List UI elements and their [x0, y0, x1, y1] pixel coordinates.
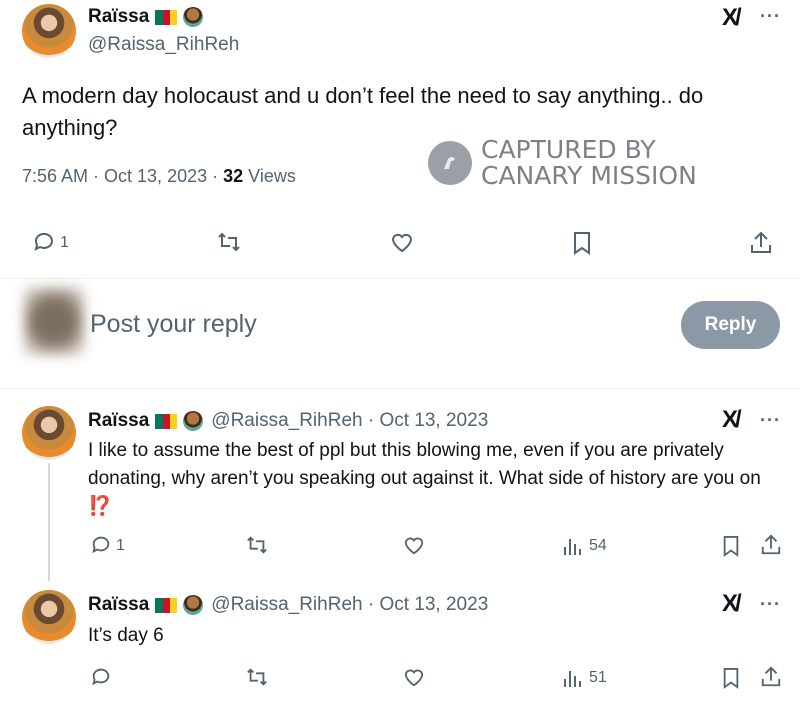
share-icon[interactable] [749, 230, 773, 256]
like-icon[interactable] [402, 666, 426, 688]
person-emoji-icon [183, 595, 204, 615]
reply2-text: It’s day 6 [88, 625, 164, 646]
share-icon[interactable] [760, 533, 782, 557]
retweet-icon[interactable] [245, 666, 269, 688]
reply-box-avatar [24, 287, 84, 355]
thread-line [48, 463, 50, 581]
reply1-views: 54 [589, 537, 607, 554]
reply2-handle-date[interactable]: @Raissa_RihReh · Oct 13, 2023 [211, 594, 488, 616]
reply1-handle-date[interactable]: @Raissa_RihReh · Oct 13, 2023 [211, 410, 488, 432]
reply-input[interactable]: Post your reply [90, 310, 257, 339]
person-emoji-icon [183, 7, 204, 27]
flag-icon [155, 413, 178, 429]
reply-button[interactable]: Reply [681, 301, 780, 349]
main-tweet-text: A modern day holocaust and u don’t feel … [22, 83, 704, 140]
reply-count: 1 [60, 234, 69, 251]
reply2-views: 51 [589, 669, 607, 686]
reply1-avatar[interactable] [22, 406, 76, 460]
canary-icon [428, 141, 472, 185]
views-icon[interactable] [562, 667, 584, 689]
like-icon[interactable] [402, 534, 426, 556]
views-count: 32 [223, 166, 244, 186]
flag-icon [155, 597, 178, 613]
bookmark-icon[interactable] [721, 534, 741, 558]
main-avatar[interactable] [22, 4, 76, 58]
main-tweet-meta: 7:56 AM · Oct 13, 2023 · 32 Views [22, 166, 296, 187]
bookmark-icon[interactable] [571, 230, 593, 256]
x-logo-icon[interactable]: X/ [722, 406, 742, 434]
main-tweet-time[interactable]: 7:56 AM · Oct 13, 2023 · [22, 166, 223, 186]
views-label: Views [243, 166, 296, 186]
reply1-header: Raïssa @Raissa_RihReh · Oct 13, 2023 [88, 410, 488, 432]
share-icon[interactable] [760, 665, 782, 689]
more-icon[interactable]: ··· [760, 6, 781, 27]
retweet-icon[interactable] [245, 534, 269, 556]
flag-icon [155, 9, 178, 25]
views-icon[interactable] [562, 535, 584, 557]
watermark-line1: CAPTURED BY [481, 135, 656, 164]
reply-icon[interactable] [90, 666, 112, 688]
main-handle[interactable]: @Raissa_RihReh [88, 34, 239, 56]
interrobang-emoji: ⁉️ [88, 496, 112, 517]
x-logo-icon[interactable]: X/ [722, 4, 742, 32]
like-icon[interactable] [389, 230, 415, 254]
reply1-text: I like to assume the best of ppl but thi… [88, 437, 778, 521]
watermark-line2: CANARY MISSION [481, 161, 697, 190]
more-icon[interactable]: ··· [760, 410, 781, 431]
person-emoji-icon [183, 411, 204, 431]
more-icon[interactable]: ··· [760, 594, 781, 615]
retweet-icon[interactable] [216, 230, 242, 254]
bookmark-icon[interactable] [721, 666, 741, 690]
x-logo-icon[interactable]: X/ [722, 590, 742, 618]
main-author[interactable]: Raïssa [88, 6, 204, 28]
reply1-display-name[interactable]: Raïssa [88, 410, 149, 432]
reply1-text-body: I like to assume the best of ppl but thi… [88, 440, 761, 489]
reply-icon[interactable] [32, 230, 56, 254]
reply2-header: Raïssa @Raissa_RihReh · Oct 13, 2023 [88, 594, 488, 616]
reply1-reply-count: 1 [116, 537, 125, 554]
reply2-avatar[interactable] [22, 590, 76, 644]
reply2-display-name[interactable]: Raïssa [88, 594, 149, 616]
reply-icon[interactable] [90, 534, 112, 556]
main-display-name[interactable]: Raïssa [88, 6, 149, 28]
watermark: CAPTURED BY CANARY MISSION [481, 137, 697, 189]
